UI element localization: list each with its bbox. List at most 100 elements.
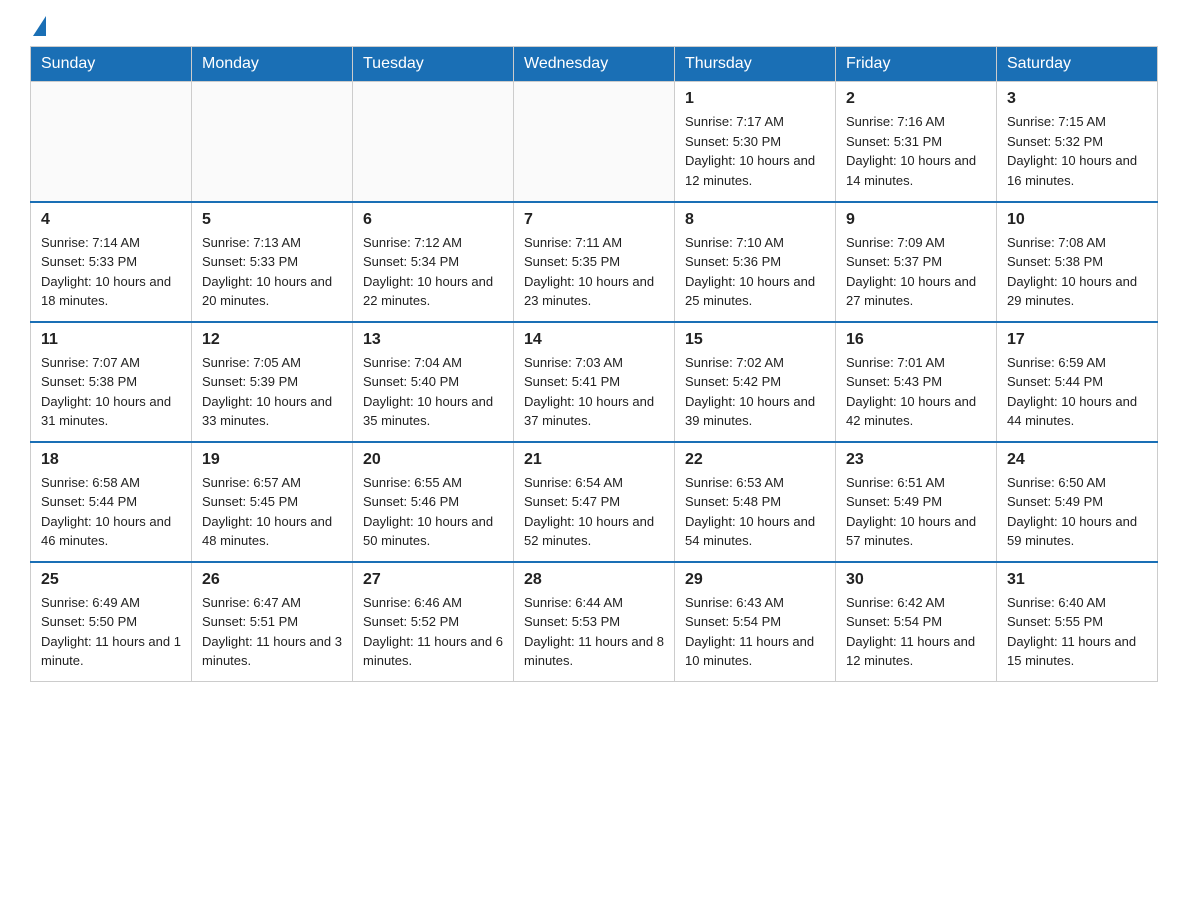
day-number: 8 (685, 211, 825, 229)
day-number: 30 (846, 571, 986, 589)
day-number: 7 (524, 211, 664, 229)
day-info: Sunrise: 6:59 AM Sunset: 5:44 PM Dayligh… (1007, 353, 1147, 431)
page-header (30, 20, 1158, 36)
day-info: Sunrise: 7:02 AM Sunset: 5:42 PM Dayligh… (685, 353, 825, 431)
day-number: 11 (41, 331, 181, 349)
calendar-day-cell: 19 Sunrise: 6:57 AM Sunset: 5:45 PM Dayli… (192, 442, 353, 562)
calendar-day-cell: 29 Sunrise: 6:43 AM Sunset: 5:54 PM Dayli… (675, 562, 836, 682)
calendar-day-cell: 26 Sunrise: 6:47 AM Sunset: 5:51 PM Dayli… (192, 562, 353, 682)
calendar-day-cell: 10 Sunrise: 7:08 AM Sunset: 5:38 PM Dayli… (997, 202, 1158, 322)
day-number: 4 (41, 211, 181, 229)
day-info: Sunrise: 6:42 AM Sunset: 5:54 PM Dayligh… (846, 593, 986, 671)
calendar-day-cell: 14 Sunrise: 7:03 AM Sunset: 5:41 PM Dayli… (514, 322, 675, 442)
day-number: 16 (846, 331, 986, 349)
day-info: Sunrise: 6:44 AM Sunset: 5:53 PM Dayligh… (524, 593, 664, 671)
day-number: 24 (1007, 451, 1147, 469)
calendar-day-cell: 24 Sunrise: 6:50 AM Sunset: 5:49 PM Dayli… (997, 442, 1158, 562)
day-info: Sunrise: 7:08 AM Sunset: 5:38 PM Dayligh… (1007, 233, 1147, 311)
day-info: Sunrise: 7:10 AM Sunset: 5:36 PM Dayligh… (685, 233, 825, 311)
calendar-day-cell: 28 Sunrise: 6:44 AM Sunset: 5:53 PM Dayli… (514, 562, 675, 682)
day-number: 17 (1007, 331, 1147, 349)
day-number: 26 (202, 571, 342, 589)
calendar-week-row: 11 Sunrise: 7:07 AM Sunset: 5:38 PM Dayli… (31, 322, 1158, 442)
day-number: 25 (41, 571, 181, 589)
day-number: 15 (685, 331, 825, 349)
day-number: 10 (1007, 211, 1147, 229)
logo (30, 20, 46, 36)
day-number: 6 (363, 211, 503, 229)
weekday-header-sunday: Sunday (31, 47, 192, 82)
calendar-day-cell: 23 Sunrise: 6:51 AM Sunset: 5:49 PM Dayli… (836, 442, 997, 562)
day-info: Sunrise: 7:09 AM Sunset: 5:37 PM Dayligh… (846, 233, 986, 311)
calendar-day-cell: 25 Sunrise: 6:49 AM Sunset: 5:50 PM Dayli… (31, 562, 192, 682)
calendar-day-cell: 22 Sunrise: 6:53 AM Sunset: 5:48 PM Dayli… (675, 442, 836, 562)
calendar-day-cell: 4 Sunrise: 7:14 AM Sunset: 5:33 PM Daylig… (31, 202, 192, 322)
day-number: 19 (202, 451, 342, 469)
day-number: 1 (685, 90, 825, 108)
day-number: 2 (846, 90, 986, 108)
calendar-day-cell: 13Sunrise: 7:04 AM Sunset: 5:40 PM Dayli… (353, 322, 514, 442)
calendar-day-cell (514, 82, 675, 202)
calendar-day-cell: 1 Sunrise: 7:17 AM Sunset: 5:30 PM Daylig… (675, 82, 836, 202)
calendar-day-cell (31, 82, 192, 202)
weekday-header-friday: Friday (836, 47, 997, 82)
calendar-day-cell: 17 Sunrise: 6:59 AM Sunset: 5:44 PM Dayli… (997, 322, 1158, 442)
day-info: Sunrise: 7:15 AM Sunset: 5:32 PM Dayligh… (1007, 112, 1147, 190)
day-info: Sunrise: 6:55 AM Sunset: 5:46 PM Dayligh… (363, 473, 503, 551)
day-info: Sunrise: 7:13 AM Sunset: 5:33 PM Dayligh… (202, 233, 342, 311)
day-info: Sunrise: 6:51 AM Sunset: 5:49 PM Dayligh… (846, 473, 986, 551)
weekday-header-tuesday: Tuesday (353, 47, 514, 82)
calendar-day-cell: 20 Sunrise: 6:55 AM Sunset: 5:46 PM Dayli… (353, 442, 514, 562)
calendar-day-cell: 5 Sunrise: 7:13 AM Sunset: 5:33 PM Daylig… (192, 202, 353, 322)
day-number: 21 (524, 451, 664, 469)
day-number: 29 (685, 571, 825, 589)
day-info: Sunrise: 6:58 AM Sunset: 5:44 PM Dayligh… (41, 473, 181, 551)
weekday-header-saturday: Saturday (997, 47, 1158, 82)
day-info: Sunrise: 7:11 AM Sunset: 5:35 PM Dayligh… (524, 233, 664, 311)
day-info: Sunrise: 7:14 AM Sunset: 5:33 PM Dayligh… (41, 233, 181, 311)
day-info: Sunrise: 6:47 AM Sunset: 5:51 PM Dayligh… (202, 593, 342, 671)
calendar-day-cell: 15 Sunrise: 7:02 AM Sunset: 5:42 PM Dayli… (675, 322, 836, 442)
day-info: Sunrise: 7:03 AM Sunset: 5:41 PM Dayligh… (524, 353, 664, 431)
weekday-header-thursday: Thursday (675, 47, 836, 82)
calendar-week-row: 4 Sunrise: 7:14 AM Sunset: 5:33 PM Daylig… (31, 202, 1158, 322)
day-info: Sunrise: 6:57 AM Sunset: 5:45 PM Dayligh… (202, 473, 342, 551)
day-info: Sunrise: 6:53 AM Sunset: 5:48 PM Dayligh… (685, 473, 825, 551)
calendar-day-cell: 9 Sunrise: 7:09 AM Sunset: 5:37 PM Daylig… (836, 202, 997, 322)
day-number: 5 (202, 211, 342, 229)
calendar-day-cell: 21 Sunrise: 6:54 AM Sunset: 5:47 PM Dayli… (514, 442, 675, 562)
calendar-day-cell: 6Sunrise: 7:12 AM Sunset: 5:34 PM Daylig… (353, 202, 514, 322)
day-info: Sunrise: 7:07 AM Sunset: 5:38 PM Dayligh… (41, 353, 181, 431)
day-number: 14 (524, 331, 664, 349)
day-number: 22 (685, 451, 825, 469)
day-number: 3 (1007, 90, 1147, 108)
day-number: 13 (363, 331, 503, 349)
calendar-week-row: 25 Sunrise: 6:49 AM Sunset: 5:50 PM Dayli… (31, 562, 1158, 682)
weekday-header-row: SundayMondayTuesdayWednesdayThursdayFrid… (31, 47, 1158, 82)
day-info: Sunrise: 6:54 AM Sunset: 5:47 PM Dayligh… (524, 473, 664, 551)
day-info: Sunrise: 6:49 AM Sunset: 5:50 PM Dayligh… (41, 593, 181, 671)
calendar-day-cell: 7 Sunrise: 7:11 AM Sunset: 5:35 PM Daylig… (514, 202, 675, 322)
day-info: Sunrise: 6:43 AM Sunset: 5:54 PM Dayligh… (685, 593, 825, 671)
day-info: Sunrise: 7:17 AM Sunset: 5:30 PM Dayligh… (685, 112, 825, 190)
calendar-day-cell: 16Sunrise: 7:01 AM Sunset: 5:43 PM Dayli… (836, 322, 997, 442)
day-number: 27 (363, 571, 503, 589)
calendar-day-cell: 11 Sunrise: 7:07 AM Sunset: 5:38 PM Dayli… (31, 322, 192, 442)
calendar-day-cell: 8 Sunrise: 7:10 AM Sunset: 5:36 PM Daylig… (675, 202, 836, 322)
calendar-day-cell: 2Sunrise: 7:16 AM Sunset: 5:31 PM Daylig… (836, 82, 997, 202)
calendar-day-cell (353, 82, 514, 202)
weekday-header-wednesday: Wednesday (514, 47, 675, 82)
day-number: 23 (846, 451, 986, 469)
day-info: Sunrise: 6:40 AM Sunset: 5:55 PM Dayligh… (1007, 593, 1147, 671)
day-number: 9 (846, 211, 986, 229)
day-number: 18 (41, 451, 181, 469)
day-number: 20 (363, 451, 503, 469)
day-info: Sunrise: 6:50 AM Sunset: 5:49 PM Dayligh… (1007, 473, 1147, 551)
calendar-day-cell: 31 Sunrise: 6:40 AM Sunset: 5:55 PM Dayli… (997, 562, 1158, 682)
day-number: 31 (1007, 571, 1147, 589)
day-info: Sunrise: 6:46 AM Sunset: 5:52 PM Dayligh… (363, 593, 503, 671)
day-info: Sunrise: 7:05 AM Sunset: 5:39 PM Dayligh… (202, 353, 342, 431)
weekday-header-monday: Monday (192, 47, 353, 82)
day-number: 28 (524, 571, 664, 589)
calendar-week-row: 18 Sunrise: 6:58 AM Sunset: 5:44 PM Dayli… (31, 442, 1158, 562)
